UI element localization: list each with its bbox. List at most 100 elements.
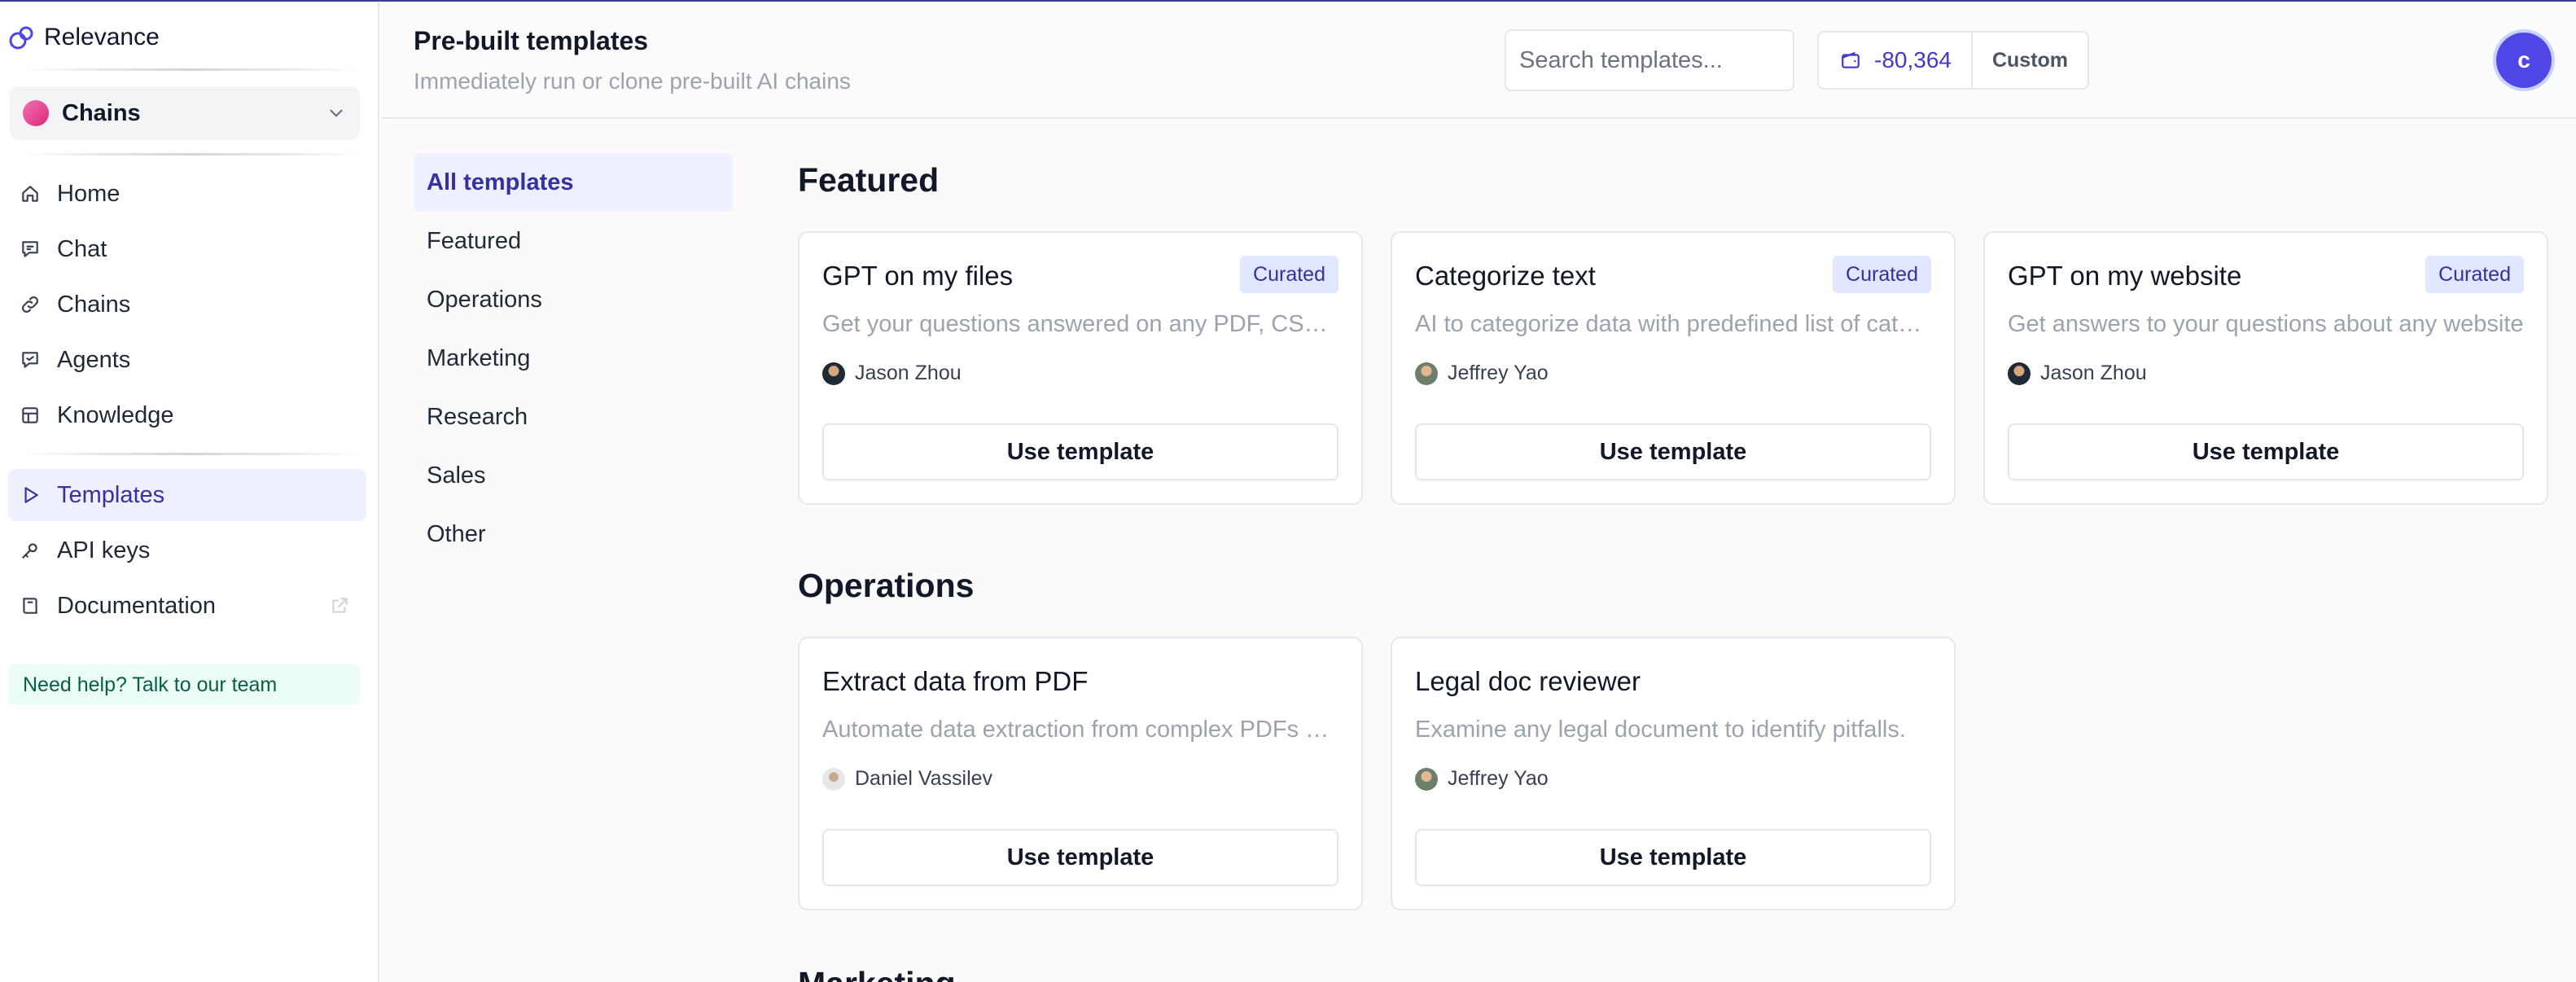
template-card[interactable]: Legal doc reviewer Examine any legal doc…	[1391, 637, 1956, 910]
external-link-icon	[332, 598, 348, 613]
curated-badge: Curated	[2425, 256, 2524, 293]
author-avatar	[822, 362, 845, 385]
use-template-button[interactable]: Use template	[2008, 423, 2524, 480]
template-card[interactable]: GPT on my files Curated Get your questio…	[798, 231, 1363, 505]
nav-item-label: Templates	[57, 481, 165, 508]
page-subtitle: Immediately run or clone pre-built AI ch…	[414, 68, 851, 94]
chevron-down-icon	[330, 109, 343, 117]
nav-item-label: Chains	[57, 291, 131, 318]
card-author: Daniel Vassilev	[822, 767, 992, 791]
card-title: Legal doc reviewer	[1415, 666, 1641, 696]
link-icon	[22, 296, 38, 313]
brand[interactable]: Relevance	[8, 21, 160, 54]
nav-item-chains[interactable]: Chains	[8, 278, 366, 331]
brand-name: Relevance	[44, 24, 160, 50]
template-card[interactable]: Extract data from PDF Automate data extr…	[798, 637, 1363, 910]
sidebar: Relevance Chains Home Chat Chains Agents…	[0, 2, 379, 982]
relevance-logo-icon	[9, 26, 33, 50]
author-name: Jason Zhou	[2040, 362, 2147, 384]
category-operations[interactable]: Operations	[414, 270, 733, 329]
key-icon	[22, 543, 37, 559]
use-template-button[interactable]: Use template	[822, 829, 1338, 886]
nav-item-agents[interactable]: Agents	[8, 334, 366, 386]
nav-item-api-keys[interactable]: API keys	[8, 524, 366, 576]
user-avatar[interactable]: c	[2496, 33, 2552, 88]
curated-badge: Curated	[1240, 256, 1338, 293]
page-header: Pre-built templates Immediately run or c…	[381, 2, 2576, 119]
category-sales[interactable]: Sales	[414, 446, 733, 505]
author-name: Jason Zhou	[855, 362, 962, 384]
nav-item-label: API keys	[57, 537, 151, 563]
category-featured[interactable]: Featured	[414, 212, 733, 270]
divider	[20, 68, 360, 71]
card-title: Categorize text	[1415, 261, 1596, 291]
card-author: Jeffrey Yao	[1415, 767, 1549, 791]
card-author: Jason Zhou	[2008, 362, 2147, 385]
page-title: Pre-built templates	[414, 26, 649, 55]
section-title-featured: Featured	[798, 161, 940, 199]
author-name: Jeffrey Yao	[1448, 767, 1549, 790]
project-avatar	[23, 100, 49, 126]
search-input[interactable]	[1505, 29, 1794, 91]
card-author: Jeffrey Yao	[1415, 362, 1549, 385]
template-card[interactable]: GPT on my website Curated Get answers to…	[1983, 231, 2548, 505]
divider	[20, 453, 360, 455]
project-selector[interactable]: Chains	[10, 86, 360, 140]
nav-item-label: Agents	[57, 346, 131, 373]
curated-badge: Curated	[1833, 256, 1931, 293]
author-name: Jeffrey Yao	[1448, 362, 1549, 384]
section-title-operations: Operations	[798, 567, 975, 604]
nav-item-documentation[interactable]: Documentation	[8, 580, 366, 632]
credits-widget[interactable]: -80,364 Custom	[1817, 31, 2089, 90]
nav-item-templates[interactable]: Templates	[8, 469, 366, 521]
divider	[20, 153, 360, 156]
category-all-templates[interactable]: All templates	[414, 153, 733, 212]
category-other[interactable]: Other	[414, 505, 733, 563]
author-avatar	[1415, 767, 1438, 791]
card-title: Extract data from PDF	[822, 666, 1089, 696]
category-marketing[interactable]: Marketing	[414, 329, 733, 388]
table-icon	[22, 407, 38, 423]
nav-item-chat[interactable]: Chat	[8, 223, 366, 275]
help-label: Need help? Talk to our team	[23, 673, 278, 696]
author-avatar	[1415, 362, 1438, 385]
nav-item-home[interactable]: Home	[8, 168, 366, 220]
card-title: GPT on my files	[822, 261, 1014, 291]
play-icon	[24, 487, 38, 503]
chat-icon	[22, 241, 38, 257]
use-template-button[interactable]: Use template	[1415, 423, 1931, 480]
nav-item-knowledge[interactable]: Knowledge	[8, 389, 366, 441]
template-card[interactable]: Categorize text Curated AI to categorize…	[1391, 231, 1956, 505]
card-author: Jason Zhou	[822, 362, 962, 385]
credits-value: -80,364	[1874, 47, 1952, 72]
nav-item-label: Chat	[57, 235, 107, 262]
card-description: AI to categorize data with predefined li…	[1415, 311, 1933, 337]
author-name: Daniel Vassilev	[855, 767, 993, 790]
book-icon	[23, 598, 37, 614]
credits-balance[interactable]: -80,364	[1819, 33, 1973, 88]
home-icon	[22, 186, 38, 202]
category-research[interactable]: Research	[414, 388, 733, 446]
author-avatar	[2008, 362, 2031, 385]
card-description: Get answers to your questions about any …	[2008, 311, 2524, 337]
secondary-nav: Templates API keys Documentation	[8, 469, 366, 635]
use-template-button[interactable]: Use template	[822, 423, 1338, 480]
nav-item-label: Documentation	[57, 592, 217, 619]
plan-label[interactable]: Custom	[1973, 33, 2088, 88]
section-title-marketing-text: Marketing	[798, 967, 956, 982]
wallet-icon	[1842, 51, 1860, 68]
use-template-button[interactable]: Use template	[1415, 829, 1931, 886]
card-title: GPT on my website	[2008, 261, 2242, 291]
nav-item-label: Knowledge	[57, 401, 174, 428]
card-description: Examine any legal document to identify p…	[1415, 717, 1906, 743]
card-description: Automate data extraction from complex PD…	[822, 717, 1340, 743]
primary-nav: Home Chat Chains Agents Knowledge	[8, 168, 366, 445]
author-avatar	[822, 767, 845, 791]
category-filter: All templates Featured Operations Market…	[414, 153, 733, 563]
help-banner[interactable]: Need help? Talk to our team	[8, 664, 360, 705]
card-description: Get your questions answered on any PDF, …	[822, 311, 1340, 337]
agent-icon	[22, 352, 38, 368]
section-title-marketing: Marketing	[798, 967, 956, 982]
nav-item-label: Home	[57, 180, 120, 207]
project-selector-label: Chains	[62, 99, 141, 126]
